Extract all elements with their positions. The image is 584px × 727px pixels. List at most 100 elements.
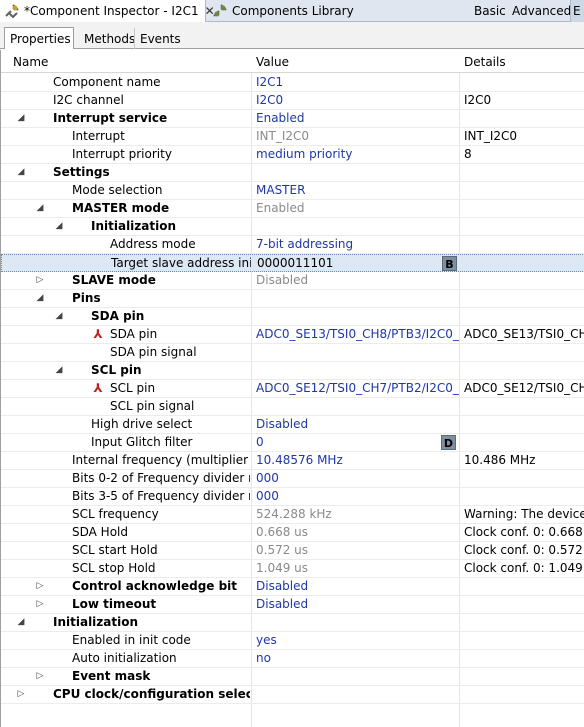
table-row[interactable]: Bits 0-2 of Frequency divider regis 000 xyxy=(1,470,584,488)
table-row[interactable]: SDA pin signal xyxy=(1,344,584,362)
collapse-arrow-icon[interactable]: ◢ xyxy=(34,290,46,307)
row-label: SDA pin xyxy=(110,327,158,341)
advanced-view-button[interactable]: Advanced xyxy=(512,0,571,22)
collapse-arrow-icon[interactable]: ◢ xyxy=(53,362,65,379)
row-details xyxy=(465,255,584,272)
expert-view-button[interactable]: E xyxy=(570,0,584,22)
table-row[interactable]: SCL frequency 524.288 kHz Warning: The d… xyxy=(1,506,584,524)
table-row[interactable]: Interrupt priority medium priority 8 xyxy=(1,146,584,164)
table-header: Name Value Details xyxy=(1,50,584,73)
table-row[interactable]: ◢ Pins xyxy=(1,290,584,308)
collapse-arrow-icon[interactable]: ◢ xyxy=(15,164,27,181)
table-row[interactable]: ▷ SLAVE mode Disabled xyxy=(1,272,584,290)
row-value[interactable]: Enabled xyxy=(256,110,459,127)
expand-arrow-icon[interactable]: ▷ xyxy=(34,596,46,613)
row-details xyxy=(464,668,584,685)
table-row[interactable]: ▷ Low timeout Disabled xyxy=(1,596,584,614)
row-value[interactable]: ADC0_SE13/TSI0_CH8/PTB3/I2C0_S... xyxy=(256,326,459,343)
column-header-details[interactable]: Details xyxy=(460,50,506,73)
row-details: 8 xyxy=(464,147,472,161)
table-row[interactable]: Bits 3-5 of Frequency divider regis 000 xyxy=(1,488,584,506)
row-details xyxy=(464,182,584,199)
row-details xyxy=(464,164,584,181)
row-value[interactable]: 10.48576 MHz xyxy=(256,452,459,469)
collapse-arrow-icon[interactable]: ◢ xyxy=(15,614,27,631)
row-label: SDA pin signal xyxy=(110,345,197,359)
row-value xyxy=(256,686,459,703)
row-value[interactable]: Disabled xyxy=(256,416,459,433)
expand-arrow-icon[interactable]: ▷ xyxy=(15,686,27,703)
row-value[interactable]: Disabled xyxy=(256,272,459,289)
row-value[interactable]: Disabled xyxy=(256,596,459,613)
row-details: Clock conf. 0: 0.572 us xyxy=(464,543,584,557)
tab-component-inspector[interactable]: *Component Inspector - I2C1 ✕ xyxy=(0,0,215,22)
expand-arrow-icon[interactable]: ▷ xyxy=(34,578,46,595)
table-row[interactable]: Input Glitch filter 0 D xyxy=(1,434,584,452)
table-row[interactable]: SDA Hold 0.668 us Clock conf. 0: 0.668 u… xyxy=(1,524,584,542)
collapse-arrow-icon[interactable]: ◢ xyxy=(53,218,65,235)
tab-methods[interactable]: Methods xyxy=(79,28,140,49)
table-row[interactable]: ▷ CPU clock/configuration selection xyxy=(1,686,584,704)
row-value: 0.668 us xyxy=(256,525,309,539)
table-row[interactable]: Enabled in init code yes xyxy=(1,632,584,650)
table-row[interactable]: ◢ Interrupt service Enabled xyxy=(1,110,584,128)
table-row[interactable]: ◢ MASTER mode Enabled xyxy=(1,200,584,218)
table-row[interactable]: ▷ Control acknowledge bit Disabled xyxy=(1,578,584,596)
column-header-name[interactable]: Name xyxy=(9,50,48,73)
table-row[interactable]: I2C channel I2C0 I2C0 xyxy=(1,92,584,110)
row-value[interactable]: 000 xyxy=(256,470,459,487)
table-row[interactable]: ◢ SDA pin xyxy=(1,308,584,326)
expand-arrow-icon[interactable]: ▷ xyxy=(34,272,46,289)
table-row[interactable]: ◢ Initialization xyxy=(1,614,584,632)
table-row-selected[interactable]: Target slave address init 0000011101 B xyxy=(1,254,584,272)
table-row[interactable]: Component name I2C1 xyxy=(1,74,584,92)
tab-components-library[interactable]: Components Library xyxy=(210,0,354,22)
table-row[interactable]: SCL stop Hold 1.049 us Clock conf. 0: 1.… xyxy=(1,560,584,578)
row-value[interactable]: 000 xyxy=(256,488,459,505)
row-label: Interrupt service xyxy=(53,111,168,125)
basic-view-button[interactable]: Basic xyxy=(474,0,506,22)
table-row[interactable]: ◢ Initialization xyxy=(1,218,584,236)
pin-warning-icon: ⅄ xyxy=(93,381,103,395)
row-label: Low timeout xyxy=(72,597,157,611)
edit-value-button[interactable]: D xyxy=(441,435,456,450)
expand-arrow-icon[interactable]: ▷ xyxy=(34,668,46,685)
row-value[interactable]: I2C0 xyxy=(256,92,459,109)
row-label: Control acknowledge bit xyxy=(72,579,238,593)
row-value[interactable]: yes xyxy=(256,632,459,649)
table-row[interactable]: ⅄ SCL pin ADC0_SE12/TSI0_CH7/PTB2/I2C0_S.… xyxy=(1,380,584,398)
row-value[interactable]: 7-bit addressing xyxy=(256,236,459,253)
table-row[interactable]: ◢ Settings xyxy=(1,164,584,182)
table-row[interactable]: ▷ Event mask xyxy=(1,668,584,686)
table-row[interactable]: Address mode 7-bit addressing xyxy=(1,236,584,254)
row-value[interactable]: medium priority xyxy=(256,146,459,163)
row-value[interactable]: Disabled xyxy=(256,578,459,595)
row-value[interactable]: MASTER xyxy=(256,182,459,199)
row-value[interactable]: 0 xyxy=(256,434,459,451)
tab-events[interactable]: Events xyxy=(134,28,186,49)
row-value-editor[interactable]: 0000011101 xyxy=(257,255,460,272)
row-value[interactable]: I2C1 xyxy=(256,74,459,91)
table-row[interactable]: Interrupt INT_I2C0 INT_I2C0 xyxy=(1,128,584,146)
edit-bits-button[interactable]: B xyxy=(442,256,457,271)
table-row[interactable]: Internal frequency (multiplier fact 10.4… xyxy=(1,452,584,470)
row-details xyxy=(464,434,584,451)
row-value[interactable]: no xyxy=(256,650,459,667)
table-row[interactable]: High drive select Disabled xyxy=(1,416,584,434)
tab-properties[interactable]: Properties xyxy=(4,27,74,49)
table-row[interactable]: ⅄ SDA pin ADC0_SE13/TSI0_CH8/PTB3/I2C0_S.… xyxy=(1,326,584,344)
table-row[interactable]: Mode selection MASTER xyxy=(1,182,584,200)
row-value[interactable]: ADC0_SE12/TSI0_CH7/PTB2/I2C0_S... xyxy=(256,380,459,397)
table-row[interactable]: Auto initialization no xyxy=(1,650,584,668)
table-row[interactable]: ◢ SCL pin xyxy=(1,362,584,380)
row-value[interactable] xyxy=(256,398,459,415)
row-value[interactable] xyxy=(256,344,459,361)
collapse-arrow-icon[interactable]: ◢ xyxy=(15,110,27,127)
table-row[interactable]: SCL start Hold 0.572 us Clock conf. 0: 0… xyxy=(1,542,584,560)
tab-components-library-label: Components Library xyxy=(232,4,354,18)
column-header-value[interactable]: Value xyxy=(252,50,289,73)
row-value xyxy=(256,362,459,379)
table-row[interactable]: SCL pin signal xyxy=(1,398,584,416)
collapse-arrow-icon[interactable]: ◢ xyxy=(53,308,65,325)
collapse-arrow-icon[interactable]: ◢ xyxy=(34,200,46,217)
